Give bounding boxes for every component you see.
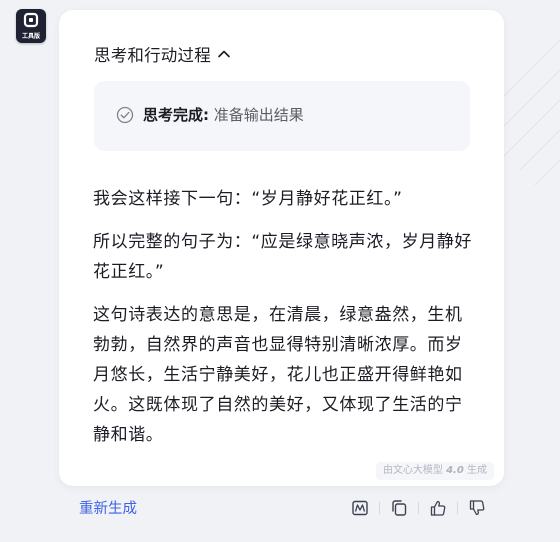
model-attribution-prefix: 由文心大模型 <box>382 465 447 476</box>
chevron-up-icon <box>218 50 230 58</box>
response-card: 思考和行动过程 思考完成: 准备输出结果 我会这样接下一句：“岁月静好花正红。”… <box>59 10 504 486</box>
thinking-status-detail: 准备输出结果 <box>209 106 304 124</box>
action-divider <box>457 502 458 514</box>
thumbs-up-icon <box>430 500 446 516</box>
thinking-status-label: 思考完成: <box>143 106 209 124</box>
action-divider <box>418 502 419 514</box>
check-circle-icon <box>116 106 134 124</box>
thinking-process-title: 思考和行动过程 <box>94 46 211 65</box>
response-paragraph: 这句诗表达的意思是，在清晨，绿意盎然，生机勃勃，自然界的声音也显得特别清晰浓厚。… <box>93 305 463 445</box>
like-button[interactable] <box>427 497 449 519</box>
model-attribution-suffix: 生成 <box>463 465 487 476</box>
app-logo[interactable]: 工具版 <box>16 9 46 43</box>
toolbox-app-logo-icon <box>23 12 39 28</box>
logo-tag: 工具版 <box>21 33 40 40</box>
model-version: 4.0 <box>446 465 464 476</box>
thinking-process-toggle[interactable]: 思考和行动过程 <box>94 42 231 66</box>
thinking-status-box: 思考完成: 准备输出结果 <box>94 81 470 151</box>
image-button[interactable] <box>349 497 371 519</box>
response-paragraph: 所以完整的句子为：“应是绿意晓声浓，岁月静好花正红。” <box>93 232 473 282</box>
copy-button[interactable] <box>388 497 410 519</box>
copy-icon <box>392 500 407 516</box>
thinking-status: 思考完成: 准备输出结果 <box>116 105 304 125</box>
response-paragraph: 我会这样接下一句：“岁月静好花正红。” <box>93 189 403 209</box>
response-body: 我会这样接下一句：“岁月静好花正红。” 所以完整的句子为：“应是绿意晓声浓，岁月… <box>93 184 475 463</box>
image-icon <box>352 500 368 516</box>
response-actions <box>349 497 488 519</box>
regenerate-button[interactable]: 重新生成 <box>79 497 137 518</box>
action-divider <box>379 502 380 514</box>
dislike-button[interactable] <box>466 497 488 519</box>
thumbs-down-icon <box>469 500 485 516</box>
model-attribution: 由文心大模型 4.0 生成 <box>375 462 494 480</box>
